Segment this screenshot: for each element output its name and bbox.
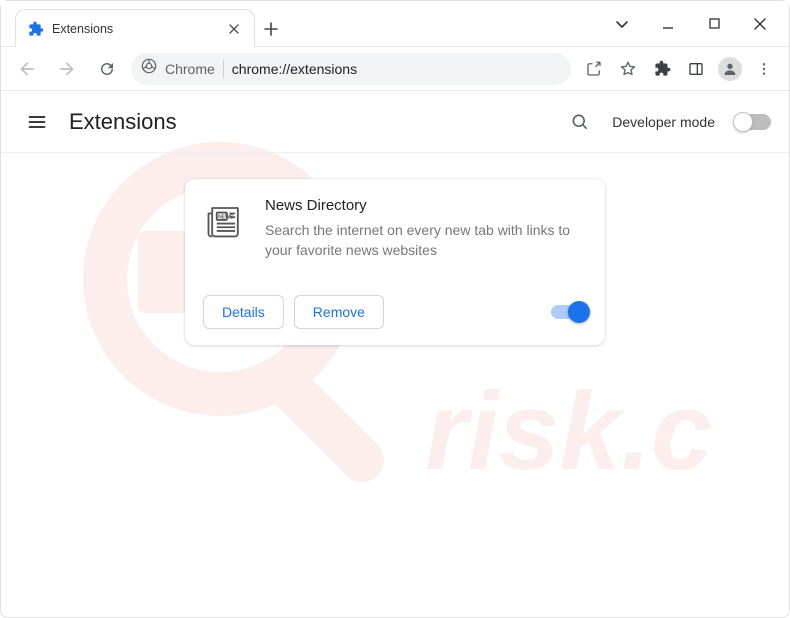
browser-toolbar: Chrome chrome://extensions: [1, 47, 789, 91]
extensions-puzzle-icon[interactable]: [647, 54, 677, 84]
extension-card: NEWS News Directory Search the internet …: [185, 179, 605, 345]
side-panel-icon[interactable]: [681, 54, 711, 84]
browser-tab[interactable]: Extensions: [15, 9, 255, 47]
svg-text:risk.com: risk.com: [425, 370, 715, 489]
developer-mode-label: Developer mode: [612, 114, 715, 130]
window-maximize-button[interactable]: [691, 1, 737, 47]
extension-enable-toggle[interactable]: [551, 305, 587, 319]
tab-title: Extensions: [52, 22, 218, 36]
share-icon[interactable]: [579, 54, 609, 84]
omnibox-url: chrome://extensions: [232, 61, 561, 77]
chevron-down-icon[interactable]: [599, 17, 645, 31]
hamburger-menu-icon[interactable]: [19, 104, 55, 140]
new-tab-button[interactable]: [255, 11, 287, 46]
extension-description: Search the internet on every new tab wit…: [265, 220, 587, 261]
divider: [223, 60, 224, 78]
profile-avatar[interactable]: [715, 54, 745, 84]
window-titlebar: Extensions: [1, 1, 789, 47]
back-button[interactable]: [11, 53, 43, 85]
tab-close-icon[interactable]: [226, 21, 242, 37]
address-bar[interactable]: Chrome chrome://extensions: [131, 53, 571, 85]
remove-button[interactable]: Remove: [294, 295, 384, 329]
window-controls: [599, 1, 789, 46]
page-header: Extensions Developer mode: [1, 91, 789, 153]
window-minimize-button[interactable]: [645, 1, 691, 47]
details-button[interactable]: Details: [203, 295, 284, 329]
chrome-logo-icon: [141, 58, 157, 79]
news-icon: NEWS: [203, 197, 247, 241]
reload-button[interactable]: [91, 53, 123, 85]
developer-mode-toggle[interactable]: [735, 114, 771, 130]
page-title: Extensions: [69, 109, 177, 135]
forward-button[interactable]: [51, 53, 83, 85]
bookmark-star-icon[interactable]: [613, 54, 643, 84]
kebab-menu-icon[interactable]: [749, 54, 779, 84]
window-close-button[interactable]: [737, 1, 783, 47]
puzzle-icon: [28, 21, 44, 37]
omnibox-host: Chrome: [165, 61, 215, 77]
extension-name: News Directory: [265, 197, 587, 214]
search-icon[interactable]: [562, 104, 598, 140]
